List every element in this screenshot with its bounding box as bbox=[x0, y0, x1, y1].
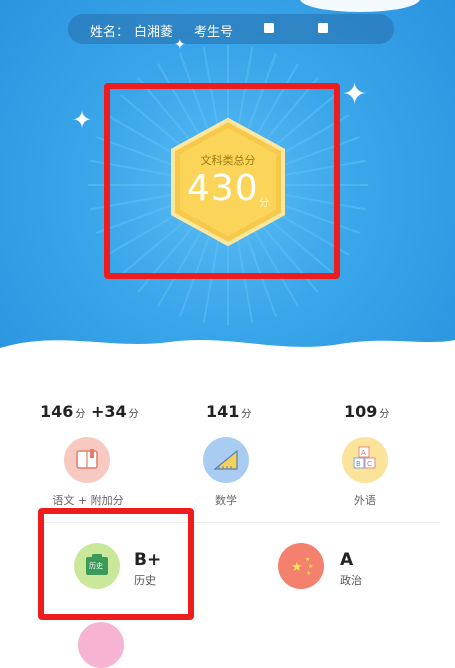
chinese-subject-label: 语文 + 附加分 bbox=[52, 494, 124, 507]
svg-text:A: A bbox=[361, 449, 366, 457]
politics-subject-button[interactable]: ★ ★ ★ ★ bbox=[278, 543, 324, 589]
score-unit: 分 bbox=[241, 409, 252, 420]
chinese-score-value: 146 bbox=[40, 402, 74, 421]
china-flag-icon: ★ ★ ★ ★ bbox=[291, 556, 313, 577]
candidate-name: 白湘菱 bbox=[134, 25, 174, 40]
score-hero: 姓名： 白湘菱 考生号 ✦ ✦ ✦ 文科类总分 430 分 bbox=[0, 0, 455, 360]
redacted-mark bbox=[264, 23, 274, 33]
redacted-mark bbox=[318, 23, 328, 33]
score-unit: 分 bbox=[75, 409, 86, 420]
math-score-value: 141 bbox=[206, 402, 240, 421]
chinese-score: 146 分 +34 分 bbox=[40, 402, 139, 421]
ruler-triangle-icon bbox=[213, 449, 238, 470]
sparkle-icon: ✦ bbox=[342, 77, 368, 112]
svg-text:★: ★ bbox=[306, 570, 311, 577]
sparkle-icon: ✦ bbox=[72, 106, 93, 134]
highlight-box bbox=[104, 83, 340, 279]
foreign-language-score: 109 分 bbox=[344, 402, 389, 421]
math-score: 141 分 bbox=[206, 402, 251, 421]
svg-text:C: C bbox=[367, 460, 372, 468]
exam-number-label: 考生号 bbox=[194, 25, 234, 40]
book-icon bbox=[76, 449, 98, 469]
foreign-language-score-value: 109 bbox=[344, 402, 378, 421]
candidate-info-bar: 姓名： 白湘菱 考生号 bbox=[68, 14, 394, 44]
politics-subject-label: 政治 bbox=[340, 574, 362, 587]
svg-text:★: ★ bbox=[308, 563, 313, 570]
wave-divider bbox=[0, 340, 455, 370]
math-subject-label: 数学 bbox=[215, 494, 237, 507]
svg-text:★: ★ bbox=[291, 560, 303, 575]
svg-text:B: B bbox=[356, 460, 361, 468]
score-unit: 分 bbox=[128, 409, 139, 420]
foreign-language-subject-label: 外语 bbox=[354, 494, 376, 507]
politics-grade: A bbox=[340, 550, 354, 570]
score-unit: 分 bbox=[379, 409, 390, 420]
chinese-subject-button[interactable] bbox=[64, 437, 110, 483]
sparkle-icon: ✦ bbox=[174, 37, 186, 53]
next-subject-button[interactable] bbox=[78, 622, 124, 668]
name-label: 姓名： bbox=[90, 25, 130, 40]
svg-text:★: ★ bbox=[305, 556, 310, 563]
chinese-extra-score: +34 bbox=[90, 402, 127, 421]
foreign-language-subject-button[interactable]: A B C bbox=[342, 437, 388, 483]
abc-blocks-icon: A B C bbox=[353, 446, 376, 469]
math-subject-button[interactable] bbox=[203, 437, 249, 483]
highlight-box bbox=[38, 508, 194, 620]
